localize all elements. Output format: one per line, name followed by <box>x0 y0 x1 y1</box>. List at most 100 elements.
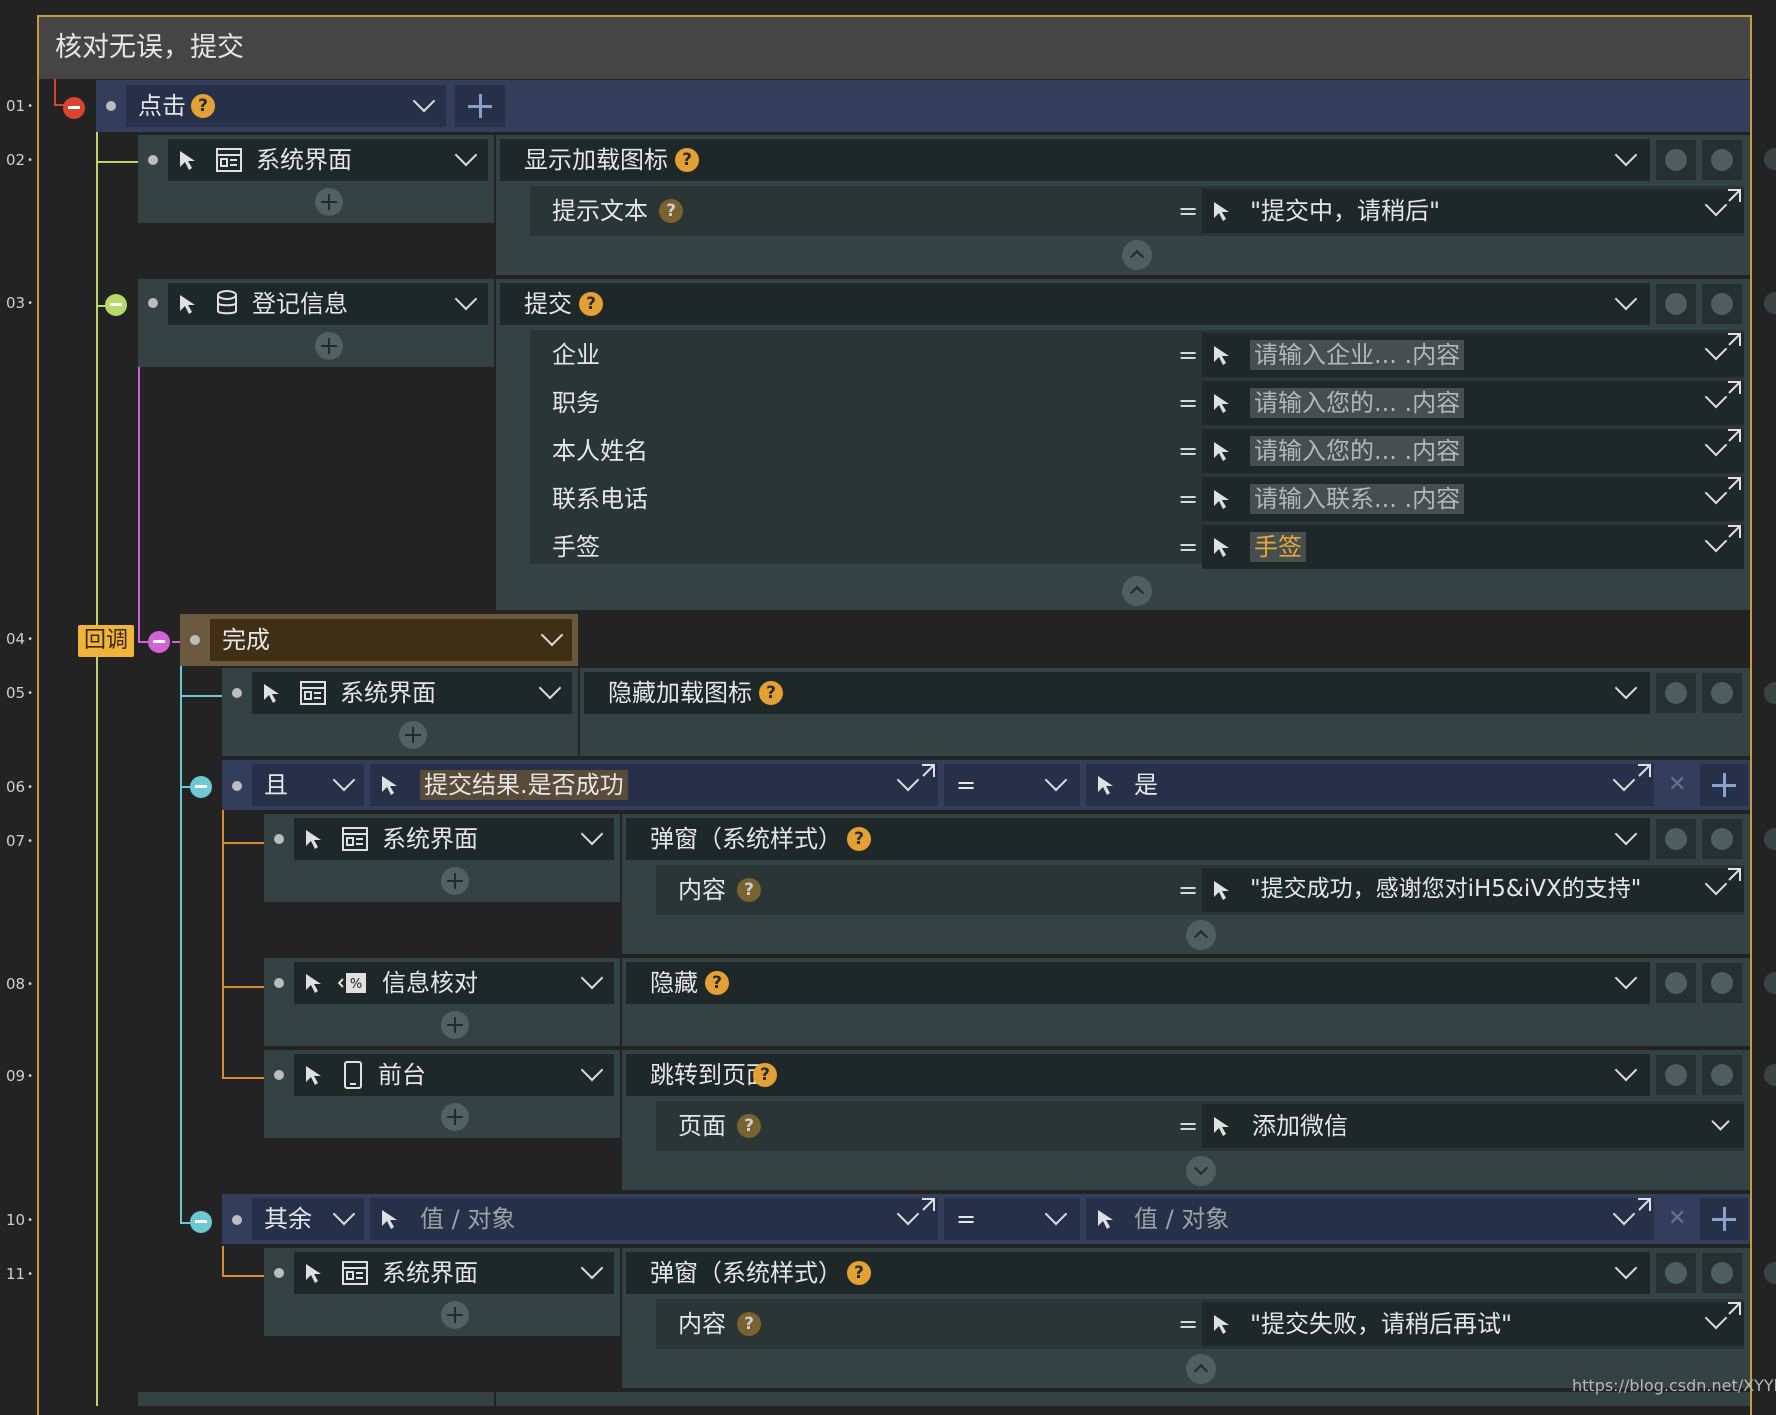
row-handle-icon[interactable] <box>1764 972 1776 994</box>
target-select[interactable]: 系统界面 <box>168 139 488 181</box>
drag-handle-icon[interactable] <box>232 781 242 791</box>
remove-condition-icon[interactable]: ✕ <box>1668 1206 1686 1231</box>
method-select[interactable]: 提交 ? <box>500 283 1650 325</box>
add-trigger-button[interactable] <box>455 85 505 127</box>
row-handle-icon[interactable] <box>1764 828 1776 850</box>
param-value-field[interactable]: 请输入您的... .内容 <box>1202 381 1744 425</box>
help-icon[interactable]: ? <box>753 1063 777 1087</box>
method-select[interactable]: 隐藏 ? <box>626 962 1650 1004</box>
expand-icon[interactable] <box>1722 867 1742 887</box>
collapse-toggle-icon[interactable] <box>190 1211 212 1233</box>
expand-icon[interactable] <box>916 763 936 783</box>
method-select[interactable]: 弹窗（系统样式） ? <box>626 818 1650 860</box>
expand-icon[interactable] <box>1722 524 1742 544</box>
add-condition-button[interactable] <box>1700 764 1748 806</box>
drag-handle-icon[interactable] <box>232 1215 242 1225</box>
condition-left-field[interactable]: 值 / 对象 <box>370 1198 938 1240</box>
collapse-params-button[interactable] <box>1186 920 1216 950</box>
help-icon[interactable]: ? <box>737 1114 761 1138</box>
help-icon[interactable]: ? <box>737 1312 761 1336</box>
expand-icon[interactable] <box>1632 763 1652 783</box>
param-value-field[interactable]: 请输入联系... .内容 <box>1202 477 1744 521</box>
help-icon[interactable]: ? <box>737 878 761 902</box>
add-target-button[interactable] <box>315 188 343 216</box>
expand-icon[interactable] <box>1722 188 1742 208</box>
expand-icon[interactable] <box>1722 428 1742 448</box>
remove-condition-icon[interactable]: ✕ <box>1668 772 1686 797</box>
collapse-toggle-icon[interactable] <box>105 294 127 316</box>
param-value-field[interactable]: 手签 <box>1202 525 1744 569</box>
help-icon[interactable]: ? <box>659 199 683 223</box>
callback-event-select[interactable]: 完成 <box>210 619 572 661</box>
collapse-params-button[interactable] <box>1186 1354 1216 1384</box>
drag-handle-icon[interactable] <box>148 155 158 165</box>
param-value-field[interactable]: "提交成功，感谢您对iH5&iVX的支持" <box>1202 868 1744 912</box>
condition-logic-select[interactable]: 且 <box>252 764 364 806</box>
target-select[interactable]: 前台 <box>294 1054 614 1096</box>
param-value-field[interactable]: "提交失败，请稍后再试" <box>1202 1302 1744 1346</box>
delay-button[interactable] <box>1702 1253 1742 1293</box>
method-select[interactable]: 弹窗（系统样式） ? <box>626 1252 1650 1294</box>
row-handle-icon[interactable] <box>1764 1262 1776 1284</box>
repeat-button[interactable] <box>1656 819 1696 859</box>
drag-handle-icon[interactable] <box>148 298 158 308</box>
drag-handle-icon[interactable] <box>274 1268 284 1278</box>
condition-operator-select[interactable]: = <box>944 764 1080 806</box>
expand-icon[interactable] <box>1632 1197 1652 1217</box>
repeat-button[interactable] <box>1656 284 1696 324</box>
condition-logic-select[interactable]: 其余 <box>252 1198 364 1240</box>
add-target-button[interactable] <box>315 332 343 360</box>
target-select[interactable]: 系统界面 <box>294 818 614 860</box>
add-target-button[interactable] <box>441 1103 469 1131</box>
repeat-button[interactable] <box>1656 1055 1696 1095</box>
help-icon[interactable]: ? <box>191 94 215 118</box>
help-icon[interactable]: ? <box>579 292 603 316</box>
page-select[interactable]: 添加微信 <box>1202 1104 1744 1148</box>
repeat-button[interactable] <box>1656 963 1696 1003</box>
add-condition-button[interactable] <box>1700 1198 1748 1240</box>
row-handle-icon[interactable] <box>1764 682 1776 704</box>
add-target-button[interactable] <box>399 721 427 749</box>
method-select[interactable]: 显示加载图标 ? <box>500 139 1650 181</box>
help-icon[interactable]: ? <box>705 971 729 995</box>
collapse-params-button[interactable] <box>1122 240 1152 270</box>
delay-button[interactable] <box>1702 963 1742 1003</box>
trigger-select[interactable]: 点击 ? <box>126 85 446 127</box>
add-target-button[interactable] <box>441 1301 469 1329</box>
row-handle-icon[interactable] <box>1764 1064 1776 1086</box>
condition-operator-select[interactable]: = <box>944 1198 1080 1240</box>
add-target-button[interactable] <box>441 1011 469 1039</box>
event-title[interactable]: 核对无误，提交 <box>39 17 1750 79</box>
delay-button[interactable] <box>1702 140 1742 180</box>
expand-icon[interactable] <box>1722 380 1742 400</box>
delay-button[interactable] <box>1702 673 1742 713</box>
param-value-field[interactable]: 请输入企业... .内容 <box>1202 333 1744 377</box>
collapse-params-button[interactable] <box>1122 576 1152 606</box>
collapse-toggle-icon[interactable] <box>148 631 170 653</box>
drag-handle-icon[interactable] <box>232 688 242 698</box>
delay-button[interactable] <box>1702 284 1742 324</box>
delay-button[interactable] <box>1702 1055 1742 1095</box>
expand-params-button[interactable] <box>1186 1156 1216 1186</box>
drag-handle-icon[interactable] <box>106 101 116 111</box>
target-select[interactable]: 登记信息 <box>168 283 488 325</box>
collapse-toggle-icon[interactable] <box>190 776 212 798</box>
target-select[interactable]: 系统界面 <box>294 1252 614 1294</box>
help-icon[interactable]: ? <box>847 1261 871 1285</box>
drag-handle-icon[interactable] <box>274 834 284 844</box>
delay-button[interactable] <box>1702 819 1742 859</box>
expand-icon[interactable] <box>916 1197 936 1217</box>
condition-right-field[interactable]: 是 <box>1086 764 1654 806</box>
expand-icon[interactable] <box>1722 332 1742 352</box>
param-value-field[interactable]: 请输入您的... .内容 <box>1202 429 1744 473</box>
target-select[interactable]: % 信息核对 <box>294 962 614 1004</box>
drag-handle-icon[interactable] <box>274 978 284 988</box>
repeat-button[interactable] <box>1656 140 1696 180</box>
repeat-button[interactable] <box>1656 1253 1696 1293</box>
drag-handle-icon[interactable] <box>190 635 200 645</box>
target-select[interactable]: 系统界面 <box>252 672 572 714</box>
condition-left-field[interactable]: 提交结果.是否成功 <box>370 764 938 806</box>
expand-icon[interactable] <box>1722 476 1742 496</box>
add-target-button[interactable] <box>441 867 469 895</box>
param-value-field[interactable]: "提交中，请稍后" <box>1202 189 1744 233</box>
